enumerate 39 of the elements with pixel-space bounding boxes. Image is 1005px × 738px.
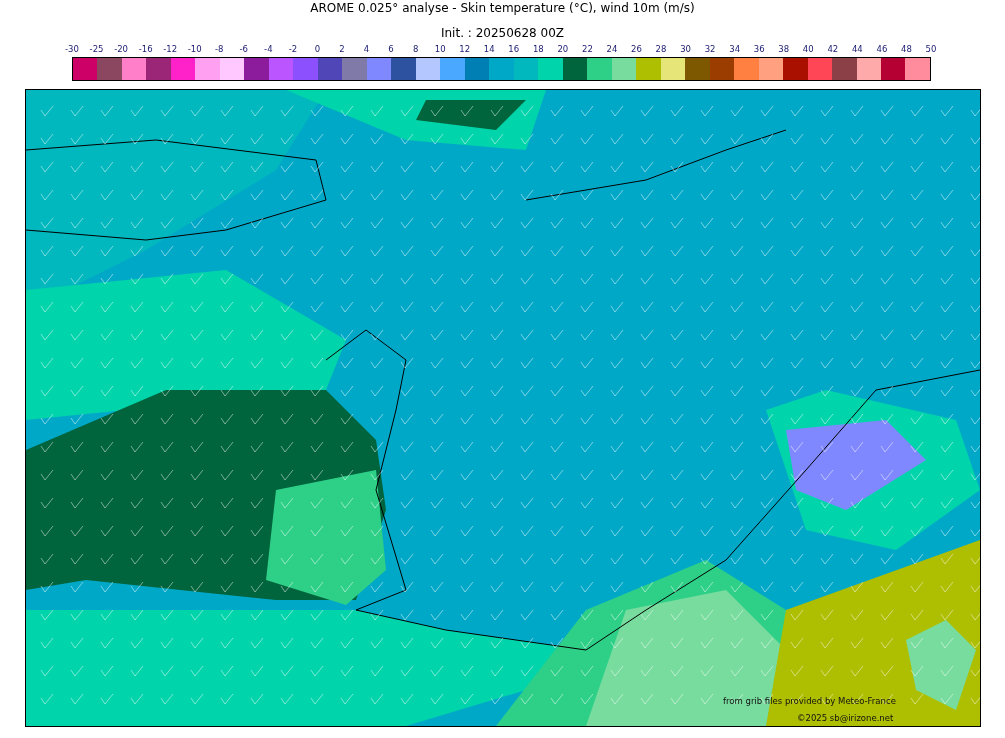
colorbar-tick-label: -25 [89,44,104,54]
colorbar-tick-label: 38 [778,44,790,54]
colorbar-tick-label: -10 [187,44,202,54]
colorbar-tick-label: 22 [582,44,593,54]
colorbar-tick-label: 40 [802,44,814,54]
colorbar-tick-label: -16 [138,44,153,54]
colorbar-tick-label: 44 [851,44,863,54]
colorbar-tick-label: -20 [114,44,128,54]
chart-subtitle: Init. : 20250628 00Z [439,26,566,40]
colorbar-tick-label: 2 [339,44,345,54]
colorbar-tick-label: -2 [288,44,298,54]
colorbar-tick-label: 8 [412,44,419,54]
colorbar-tick-label: 26 [631,44,642,54]
colorbar-tick-label: 4 [363,44,370,54]
copyright-text: ©2025 sb@irizone.net [797,713,894,723]
colorbar-tick-label: -6 [239,44,249,54]
colorbar-tick-label: 48 [901,44,912,54]
colorbar-tick-label: -4 [264,44,273,54]
colorbar-tick-label: 42 [827,44,839,54]
colorbar-tick-label: 30 [680,44,691,54]
colorbar-tick-label: 6 [388,44,394,54]
colorbar-tick-label: -30 [65,44,79,54]
colorbar-tick-label: 0 [314,44,321,54]
colorbar-tick-label: 28 [655,44,667,54]
colorbar-tick-label: 50 [925,44,937,54]
colorbar-tick-label: 18 [532,44,544,54]
colorbar-tick-label: 34 [729,44,741,54]
colorbar-tick-label: 12 [459,44,471,54]
colorbar-tick-label: 36 [753,44,765,54]
colorbar-tick-label: 24 [606,44,618,54]
colorbar-tick-label: 46 [876,44,888,54]
colorbar-tick-label: 10 [434,44,446,54]
colorbar-tick-label: -8 [215,44,224,54]
colorbar-tick-label: 20 [557,44,569,54]
colorbar-tick-label: -12 [163,44,178,54]
chart-title: AROME 0.025° analyse - Skin temperature (°C), wind 10m (m/s) [309,0,696,17]
colorbar-tick-label: 16 [508,44,520,54]
colorbar-tick-label: 32 [704,44,716,54]
colorbar-tick-label: 14 [483,44,495,54]
